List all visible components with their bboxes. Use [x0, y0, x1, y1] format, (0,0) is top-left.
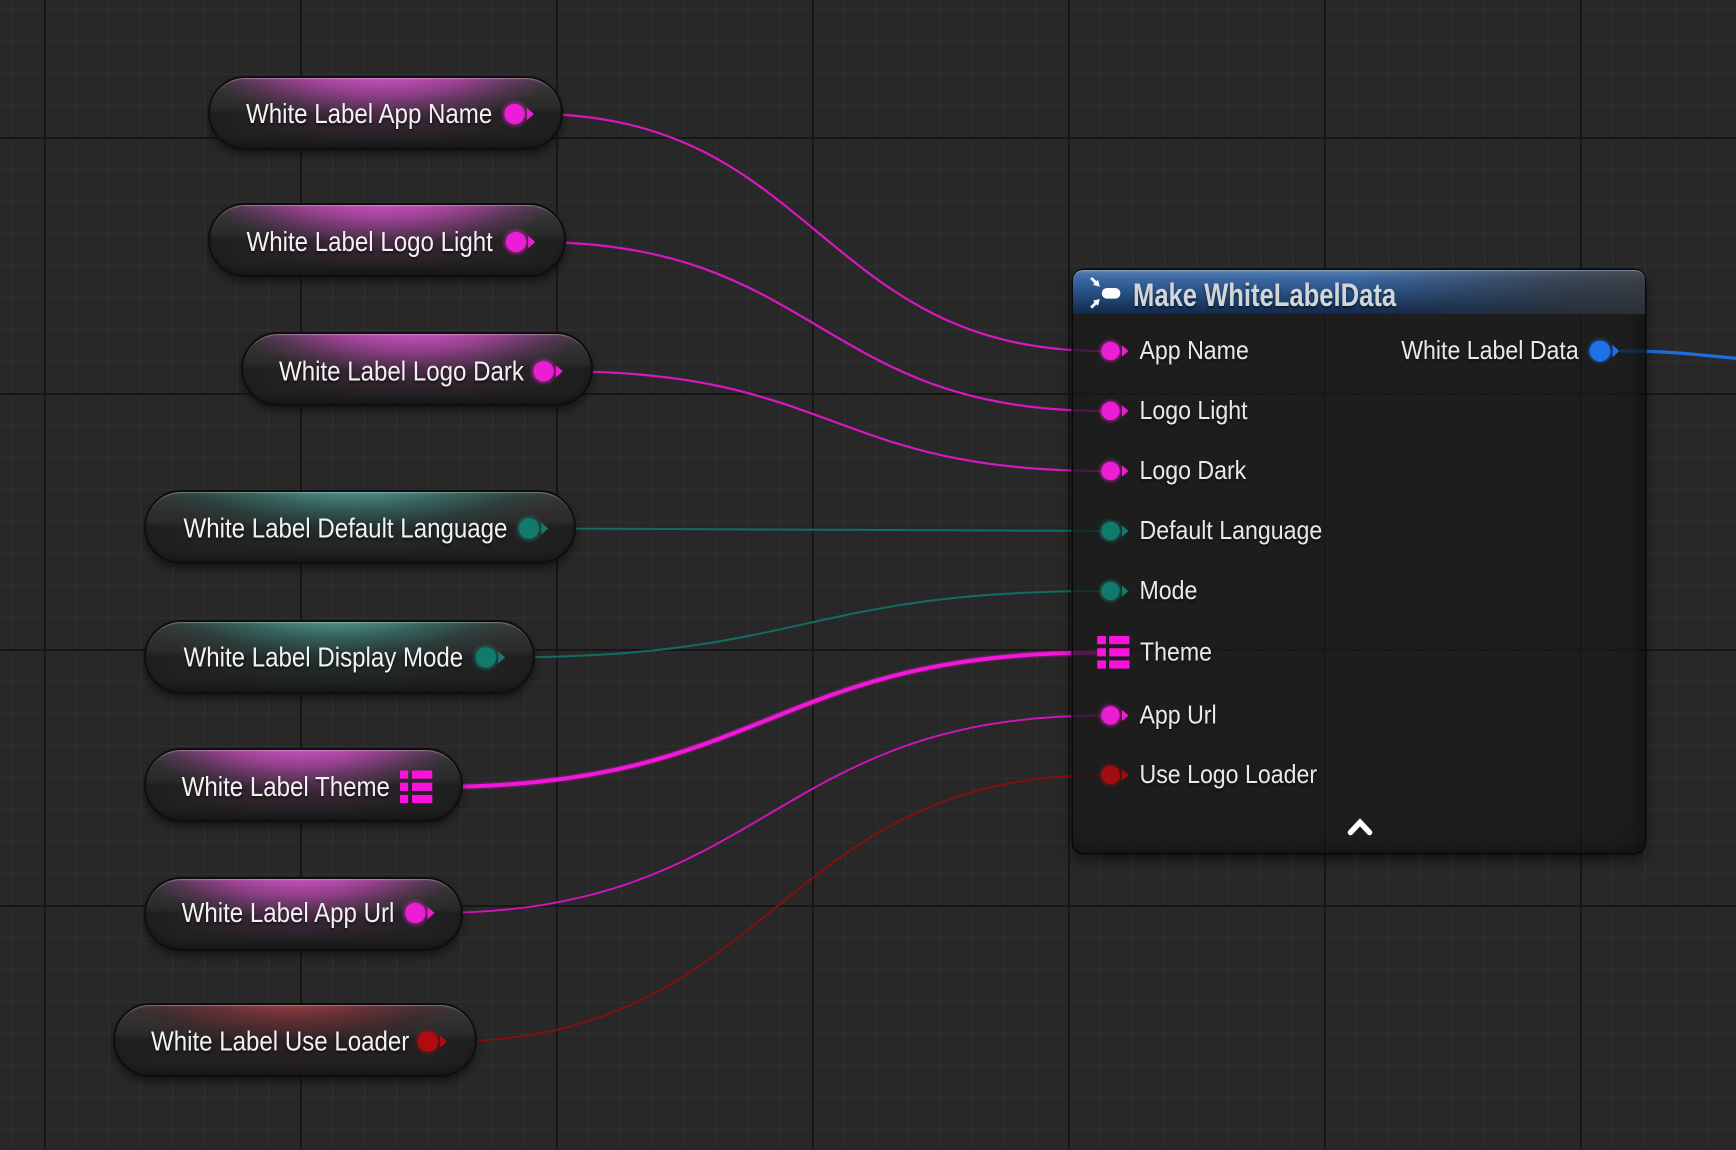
svg-text:Theme: Theme	[1140, 639, 1212, 668]
svg-text:Make WhiteLabelData: Make WhiteLabelData	[1133, 278, 1397, 313]
svg-text:Logo Dark: Logo Dark	[1140, 457, 1247, 486]
svg-text:Use Logo Loader: Use Logo Loader	[1140, 761, 1318, 790]
svg-text:White Label Logo Dark: White Label Logo Dark	[279, 355, 525, 387]
svg-text:App Name: App Name	[1140, 337, 1249, 366]
svg-text:White Label App Name: White Label App Name	[246, 97, 492, 129]
svg-text:White Label Use Loader: White Label Use Loader	[151, 1025, 410, 1057]
svg-text:Default Language: Default Language	[1140, 517, 1323, 546]
svg-text:White Label Theme: White Label Theme	[182, 770, 390, 802]
svg-text:White Label Logo Light: White Label Logo Light	[247, 225, 494, 257]
svg-text:App Url: App Url	[1140, 702, 1217, 731]
svg-text:White Label Display Mode: White Label Display Mode	[184, 641, 464, 673]
svg-text:White Label App Url: White Label App Url	[182, 896, 395, 928]
svg-text:White Label Default Language: White Label Default Language	[184, 512, 508, 544]
svg-text:Logo Light: Logo Light	[1140, 397, 1248, 426]
svg-text:Mode: Mode	[1140, 577, 1198, 606]
svg-text:White Label Data: White Label Data	[1401, 337, 1579, 366]
